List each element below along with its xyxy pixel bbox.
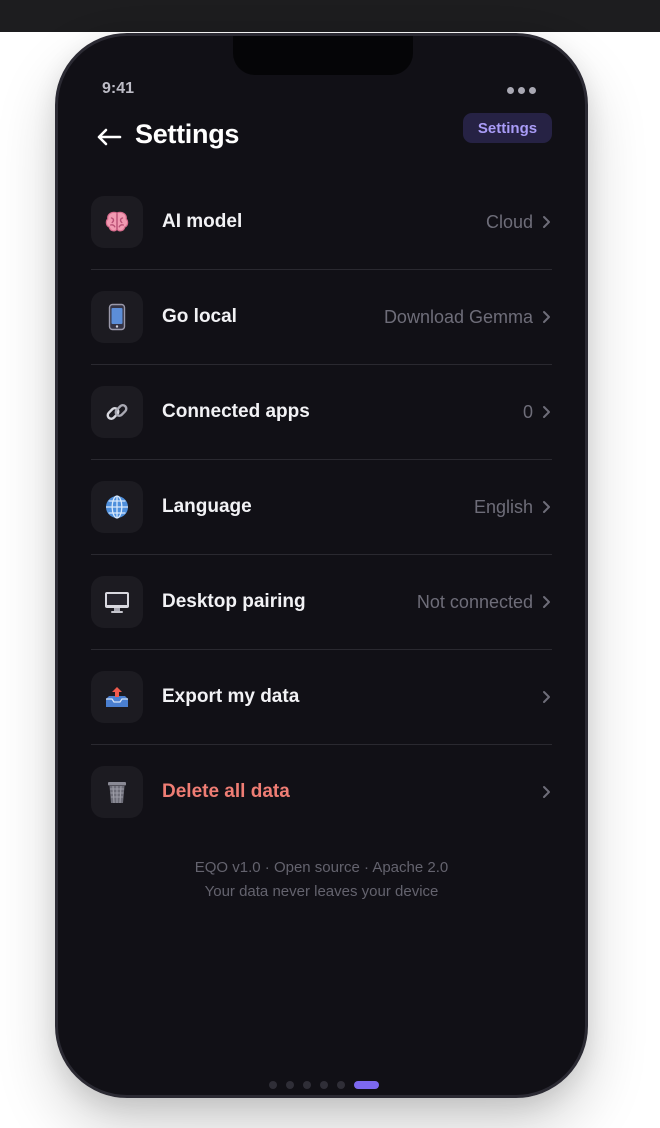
chevron-right-icon	[541, 308, 552, 326]
settings-list: AI model Cloud Go local Download Gemma C…	[91, 175, 552, 839]
back-arrow-icon[interactable]	[92, 120, 126, 154]
settings-badge: Settings	[463, 113, 552, 143]
row-value-desktop-pairing: Not connected	[416, 591, 533, 612]
link-icon	[91, 386, 143, 438]
footer-privacy-note: Your data never leaves your device	[204, 883, 439, 900]
chevron-right-icon	[541, 213, 552, 231]
chevron-right-icon	[541, 688, 552, 706]
phone-frame: 9:41 Settings Settings AI model Cloud Go…	[55, 33, 588, 1098]
settings-row-connected-apps[interactable]: Connected apps 0	[91, 365, 552, 460]
row-label-desktop-pairing: Desktop pairing	[162, 591, 306, 612]
settings-row-language[interactable]: Language English	[91, 460, 552, 555]
globe-icon	[91, 481, 143, 533]
chevron-right-icon	[541, 403, 552, 421]
row-label-delete-data: Delete all data	[162, 781, 290, 802]
chevron-right-icon	[541, 783, 552, 801]
row-label-language: Language	[162, 496, 252, 517]
row-label-connected-apps: Connected apps	[162, 401, 310, 422]
page-dot[interactable]	[269, 1081, 277, 1089]
status-time: 9:41	[102, 80, 135, 97]
browser-top-bar	[0, 0, 660, 32]
chevron-right-icon	[541, 498, 552, 516]
footer-version: EQO v1.0 · Open source · Apache 2.0	[194, 859, 449, 876]
row-value-ai-model: Cloud	[485, 211, 533, 232]
wastebasket-icon	[91, 766, 143, 818]
phone-notch	[233, 36, 413, 75]
settings-row-export-data[interactable]: Export my data	[91, 650, 552, 745]
chevron-right-icon	[541, 593, 552, 611]
page-dot[interactable]	[303, 1081, 311, 1089]
mobile-phone-icon	[91, 291, 143, 343]
footer-info: EQO v1.0 · Open source · Apache 2.0 Your…	[58, 856, 585, 904]
row-value-go-local: Download Gemma	[383, 306, 533, 327]
row-label-export-data: Export my data	[162, 686, 300, 707]
page-dot[interactable]	[286, 1081, 294, 1089]
page-dot-active[interactable]	[354, 1081, 379, 1089]
settings-row-delete-data[interactable]: Delete all data	[91, 745, 552, 839]
page-dot[interactable]	[320, 1081, 328, 1089]
more-options-icon[interactable]	[507, 87, 536, 94]
row-label-go-local: Go local	[162, 306, 237, 327]
desktop-computer-icon	[91, 576, 143, 628]
row-value-language: English	[473, 496, 533, 517]
settings-row-desktop-pairing[interactable]: Desktop pairing Not connected	[91, 555, 552, 650]
brain-icon	[91, 196, 143, 248]
row-value-connected-apps: 0	[522, 401, 533, 422]
settings-row-ai-model[interactable]: AI model Cloud	[91, 175, 552, 270]
settings-row-go-local[interactable]: Go local Download Gemma	[91, 270, 552, 365]
page-dot[interactable]	[337, 1081, 345, 1089]
outbox-tray-icon	[91, 671, 143, 723]
row-label-ai-model: AI model	[162, 211, 243, 232]
page-title: Settings	[135, 119, 240, 149]
page-indicator	[269, 1081, 379, 1089]
